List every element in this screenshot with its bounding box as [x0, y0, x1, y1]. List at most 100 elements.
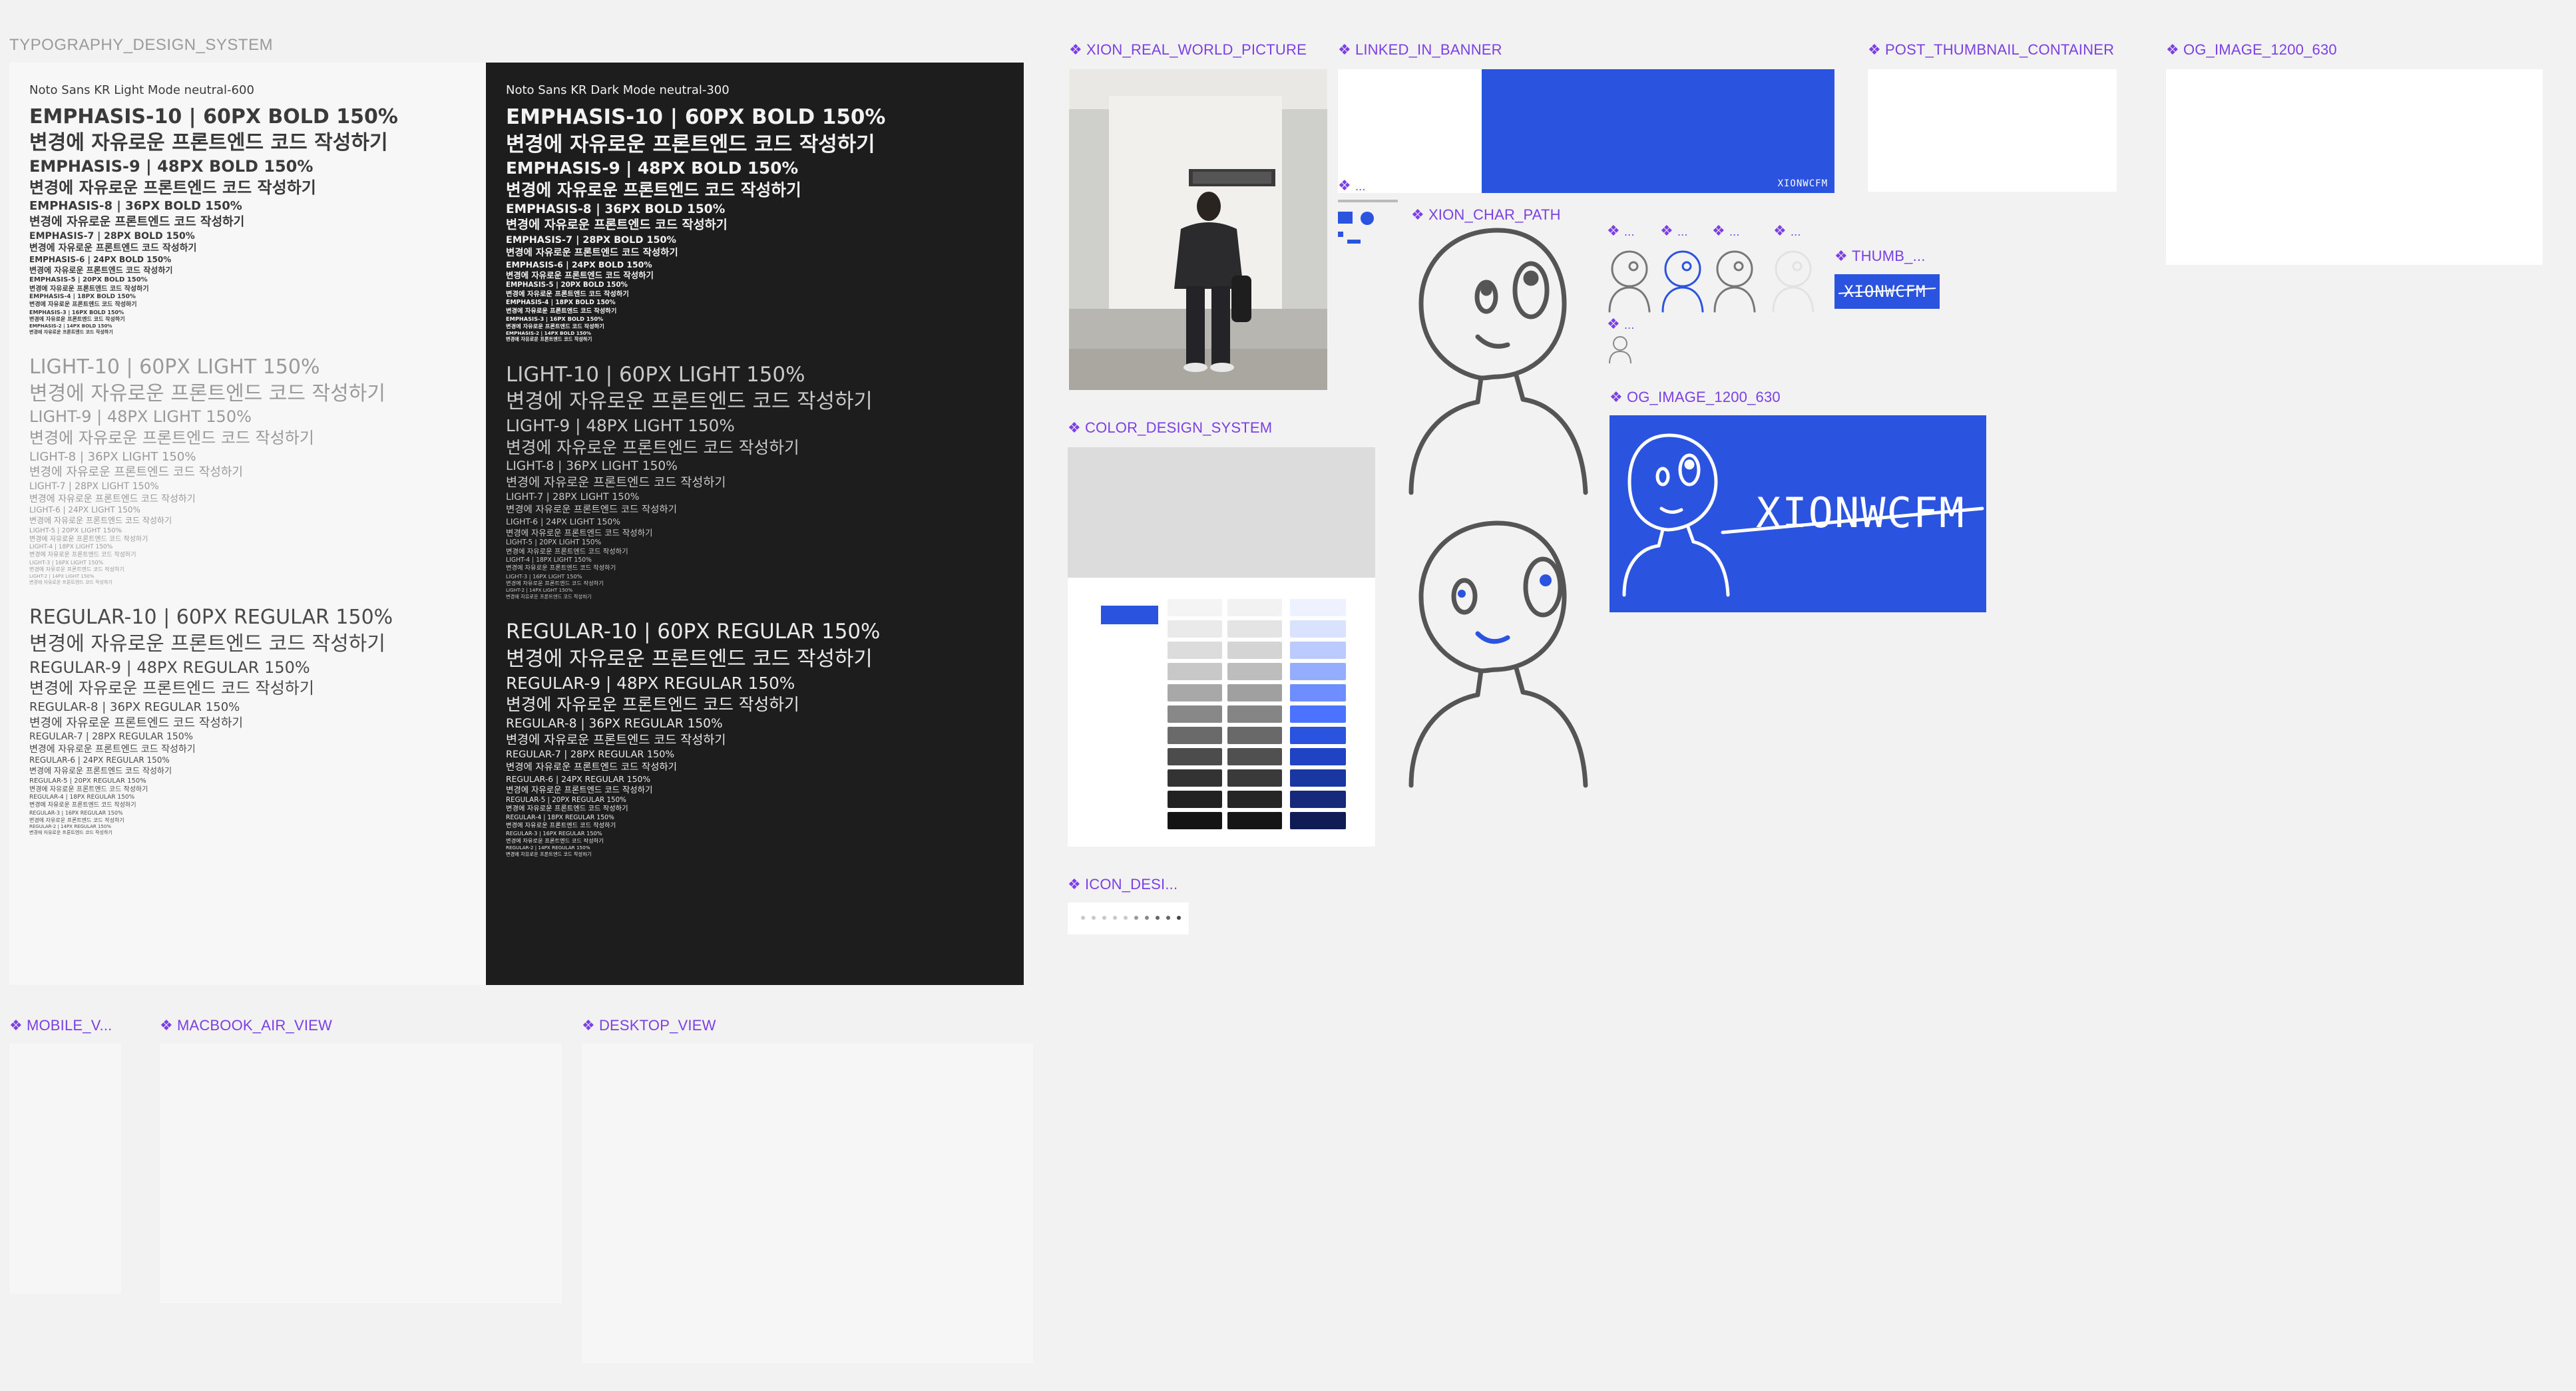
regular-style-sample: 변경에 자유로운 프론트엔드 코드 작성하기 [29, 743, 196, 755]
regular-style-sample: 변경에 자유로운 프론트엔드 코드 작성하기 [506, 762, 677, 773]
og-image-top-frame[interactable] [2166, 69, 2543, 265]
primary-swatch [1290, 599, 1346, 616]
frame-label-small-2[interactable]: ❖... [1607, 222, 1635, 240]
xion-real-world-picture[interactable] [1069, 69, 1327, 390]
macbook-view-frame[interactable] [160, 1044, 562, 1303]
component-icon: ❖ [1069, 41, 1082, 58]
bold-style-sample: 변경에 자유로운 프론트엔드 코드 작성하기 [506, 336, 592, 342]
light-style-label: LIGHT-7 | 28PX LIGHT 150% [506, 492, 640, 503]
light-style-label: LIGHT-8 | 36PX LIGHT 150% [29, 449, 196, 464]
light-style-sample: 변경에 자유로운 프론트엔드 코드 작성하기 [29, 381, 385, 405]
bold-style-sample: 변경에 자유로운 프론트엔드 코드 작성하기 [29, 265, 173, 275]
bold-style-label: EMPHASIS-5 | 20PX BOLD 150% [506, 281, 628, 290]
frame-label-small-6[interactable]: ❖... [1607, 315, 1635, 333]
color-palette-frame[interactable] [1068, 578, 1375, 847]
gray-swatch [1227, 727, 1282, 744]
bold-style-sample: 변경에 자유로운 프론트엔드 코드 작성하기 [29, 316, 125, 323]
mobile-view-frame[interactable] [9, 1044, 121, 1294]
light-style-sample: 변경에 자유로운 프론트엔드 코드 작성하기 [506, 389, 873, 414]
bold-style-label: EMPHASIS-2 | 14PX BOLD 150% [29, 323, 112, 329]
linkedin-banner-frame[interactable]: XIONWCFM [1338, 69, 1834, 193]
component-icon: ❖ [1338, 177, 1351, 194]
frame-label-text: MOBILE_V... [26, 1017, 112, 1034]
frame-label-real-picture[interactable]: ❖ XION_REAL_WORLD_PICTURE [1069, 41, 1307, 59]
gray-swatch [1227, 642, 1282, 659]
primary-swatch [1290, 663, 1346, 680]
bold-style-label: EMPHASIS-5 | 20PX BOLD 150% [29, 276, 148, 284]
mini-text-line [1338, 200, 1398, 202]
thumb-frame[interactable]: XIONWCFM [1834, 274, 1940, 309]
regular-style-sample: 변경에 자유로운 프론트엔드 코드 작성하기 [29, 715, 243, 730]
frame-label-small-1[interactable]: ❖... [1338, 177, 1366, 194]
neutral-swatch [1168, 620, 1222, 638]
regular-style-label: REGULAR-10 | 60PX REGULAR 150% [506, 620, 881, 644]
linkedin-mini-assets[interactable] [1338, 200, 1398, 246]
frame-label-color-system[interactable]: ❖ COLOR_DESIGN_SYSTEM [1068, 419, 1272, 437]
bold-style-label: EMPHASIS-8 | 36PX BOLD 150% [506, 202, 726, 216]
component-icon: ❖ [1607, 222, 1620, 239]
bold-style-label: EMPHASIS-7 | 28PX BOLD 150% [506, 234, 676, 246]
regular-style-sample: 변경에 자유로운 프론트엔드 코드 작성하기 [506, 837, 604, 845]
regular-style-sample: 변경에 자유로운 프론트엔드 코드 작성하기 [29, 786, 148, 794]
frame-label-text: COLOR_DESIGN_SYSTEM [1084, 419, 1273, 436]
xion-character-drawings[interactable] [1398, 224, 1598, 796]
typography-light-panel[interactable]: Noto Sans KR Light Mode neutral-600 EMPH… [9, 63, 486, 985]
regular-style-label: REGULAR-3 | 16PX REGULAR 150% [506, 830, 602, 837]
icon-dot [1166, 916, 1170, 920]
icon-dot [1124, 916, 1128, 920]
light-style-label: LIGHT-10 | 60PX LIGHT 150% [506, 362, 805, 387]
frame-label-small-5[interactable]: ❖... [1773, 222, 1801, 240]
regular-style-sample: 변경에 자유로운 프론트엔드 코드 작성하기 [506, 695, 799, 715]
frame-label-post-thumbnail[interactable]: ❖ POST_THUMBNAIL_CONTAINER [1868, 41, 2114, 59]
og-image-mid-frame[interactable]: XIONWCFM [1610, 415, 1986, 612]
light-style-label: LIGHT-6 | 24PX LIGHT 150% [29, 505, 140, 515]
icon-dot [1081, 916, 1085, 920]
light-style-sample: 변경에 자유로운 프론트엔드 코드 작성하기 [29, 465, 243, 480]
frame-label-icon-system[interactable]: ❖ ICON_DESI... [1068, 876, 1178, 893]
frame-label-char-path[interactable]: ❖ XION_CHAR_PATH [1411, 206, 1561, 224]
palette-brand-swatch [1101, 606, 1158, 624]
tiny-avatar[interactable] [1607, 334, 1633, 365]
post-thumbnail-container[interactable] [1868, 69, 2117, 192]
light-style-sample: 변경에 자유로운 프론트엔드 코드 작성하기 [506, 475, 726, 490]
icon-system-frame[interactable] [1068, 902, 1189, 934]
frame-label-desktop-view[interactable]: ❖ DESKTOP_VIEW [582, 1017, 716, 1034]
gray-swatch [1227, 684, 1282, 701]
banner-logo: XIONWCFM [1777, 178, 1828, 189]
regular-style-sample: 변경에 자유로운 프론트엔드 코드 작성하기 [29, 766, 172, 776]
gray-swatch [1227, 599, 1282, 616]
frame-label-og-image-mid[interactable]: ❖ OG_IMAGE_1200_630 [1610, 389, 1781, 406]
primary-swatch [1290, 812, 1346, 829]
component-icon: ❖ [9, 1017, 23, 1034]
gray-swatch [1227, 620, 1282, 638]
regular-style-label: REGULAR-6 | 24PX REGULAR 150% [29, 755, 170, 765]
frame-label-mobile-view[interactable]: ❖ MOBILE_V... [9, 1017, 112, 1034]
avatar-thumbnails[interactable] [1604, 242, 1824, 315]
regular-samples: REGULAR-10 | 60PX REGULAR 150% 변경에 자유로운 프… [506, 618, 1024, 857]
bold-style-label: EMPHASIS-8 | 36PX BOLD 150% [29, 199, 242, 214]
light-style-label: LIGHT-10 | 60PX LIGHT 150% [29, 355, 320, 379]
desktop-view-frame[interactable] [582, 1044, 1033, 1363]
light-style-sample: 변경에 자유로운 프론트엔드 코드 작성하기 [506, 504, 677, 516]
section-title-typography: TYPOGRAPHY_DESIGN_SYSTEM [9, 36, 274, 54]
regular-style-label: REGULAR-6 | 24PX REGULAR 150% [506, 775, 651, 785]
gray-swatch [1227, 812, 1282, 829]
primary-swatch [1290, 684, 1346, 701]
bold-style-sample: 변경에 자유로운 프론트엔드 코드 작성하기 [506, 180, 801, 200]
bold-samples: EMPHASIS-10 | 60PX BOLD 150% 변경에 자유로운 프론트… [506, 104, 1024, 343]
bold-style-sample: 변경에 자유로운 프론트엔드 코드 작성하기 [506, 322, 604, 329]
frame-label-linkedin-banner[interactable]: ❖ LINKED_IN_BANNER [1338, 41, 1502, 59]
frame-label-text: ICON_DESI... [1084, 876, 1178, 893]
light-style-label: LIGHT-3 | 16PX LIGHT 150% [29, 559, 104, 566]
light-style-sample: 변경에 자유로운 프론트엔드 코드 작성하기 [29, 551, 136, 558]
frame-label-small-3[interactable]: ❖... [1660, 222, 1688, 240]
bold-style-label: EMPHASIS-2 | 14PX BOLD 150% [506, 329, 591, 336]
color-system-header[interactable] [1068, 447, 1375, 578]
typography-dark-panel[interactable]: Noto Sans KR Dark Mode neutral-300 EMPHA… [486, 63, 1024, 985]
frame-label-macbook-view[interactable]: ❖ MACBOOK_AIR_VIEW [160, 1017, 332, 1034]
frame-label-og-image-top[interactable]: ❖ OG_IMAGE_1200_630 [2166, 41, 2337, 59]
frame-label-small-4[interactable]: ❖... [1712, 222, 1740, 240]
light-style-sample: 변경에 자유로운 프론트엔드 코드 작성하기 [506, 593, 592, 600]
frame-label-thumb[interactable]: ❖ THUMB_... [1834, 248, 1926, 265]
light-style-label: LIGHT-9 | 48PX LIGHT 150% [29, 407, 252, 427]
